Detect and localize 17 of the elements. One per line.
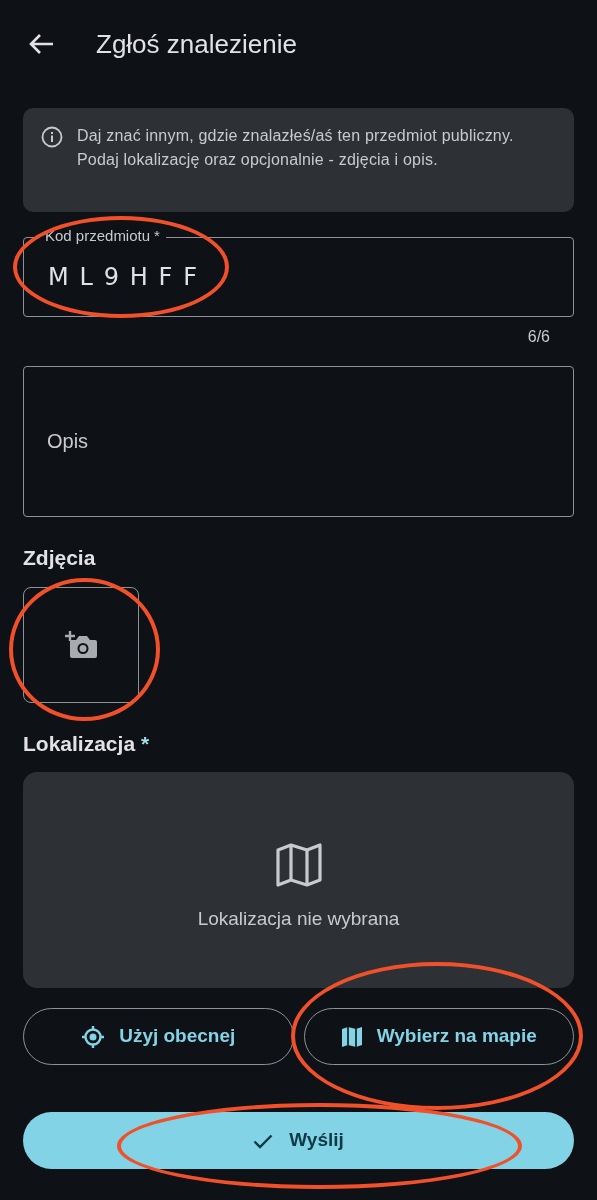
send-button[interactable]: Wyślij <box>23 1112 574 1169</box>
crosshair-icon <box>81 1024 106 1049</box>
character-counter: 6/6 <box>527 327 550 347</box>
no-location-text: Lokalizacja nie wybrana <box>197 906 400 931</box>
info-icon <box>41 126 63 148</box>
back-arrow-icon <box>28 33 54 55</box>
section-heading: Lokalizacja <box>23 731 136 757</box>
info-text: Daj znać innym, gdzie znalazłeś/aś ten przedmiot publiczny. Podaj lokalizację oraz opcjonalnie - zdjęcia i opis. <box>77 126 515 170</box>
map-icon <box>340 1025 363 1048</box>
map-icon <box>275 842 322 887</box>
description-field[interactable]: Opis <box>23 366 574 517</box>
add-camera-icon <box>64 630 98 660</box>
check-icon <box>253 1132 274 1149</box>
add-photo-button[interactable] <box>23 587 139 703</box>
required-mark: * <box>141 731 150 757</box>
page-title: Zgłoś znalezienie <box>96 27 297 61</box>
section-heading: Zdjęcia <box>23 545 96 571</box>
